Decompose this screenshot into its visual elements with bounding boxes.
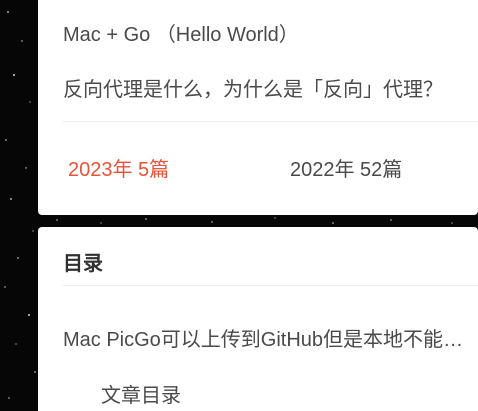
archive-card: Mac + Go （Hello World） 反向代理是什么，为什么是「反向」代… xyxy=(38,0,478,215)
divider xyxy=(63,285,478,286)
toc-card: 目录 Mac PicGo可以上传到GitHub但是本地不能预览问题 文章目录 xyxy=(38,227,478,411)
archive-2023-link[interactable]: 2023年 5篇 xyxy=(68,153,169,182)
recent-post-link[interactable]: 反向代理是什么，为什么是「反向」代理？ xyxy=(63,73,443,102)
divider xyxy=(63,121,478,122)
toc-title: 目录 xyxy=(63,253,103,275)
toc-subitem-link[interactable]: 文章目录 xyxy=(101,379,181,408)
recent-post-link[interactable]: Mac + Go （Hello World） xyxy=(63,18,299,47)
archive-2022-link[interactable]: 2022年 52篇 xyxy=(290,153,402,182)
toc-item-link[interactable]: Mac PicGo可以上传到GitHub但是本地不能预览问题 xyxy=(63,323,478,352)
